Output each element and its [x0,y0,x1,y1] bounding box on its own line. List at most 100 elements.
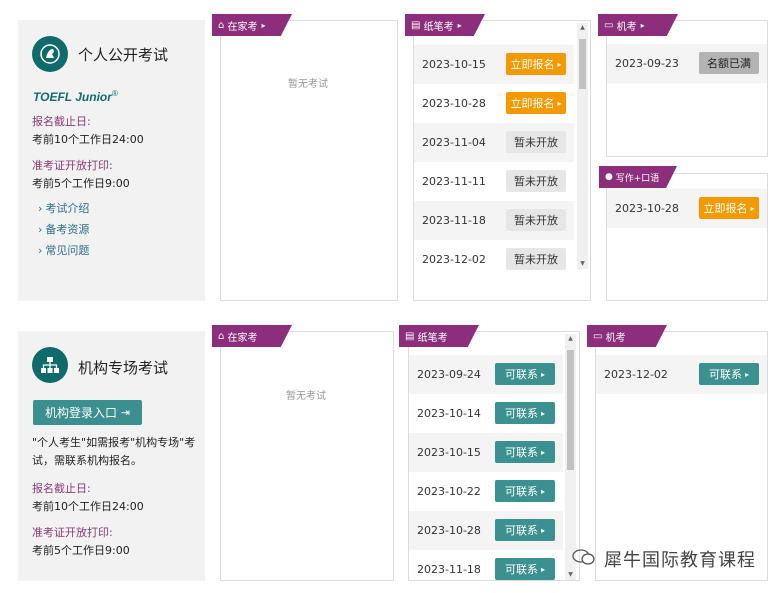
exam-date-row: 2023-10-14 可联系 ▸ [409,394,563,433]
scroll-up-icon[interactable]: ▲ [577,23,588,33]
exam-date: 2023-11-04 [422,136,486,149]
exam-date-row: 2023-10-28 可联系 ▸ [409,511,563,550]
tab-home-exam[interactable]: ⌂ 在家考 ▸ [212,14,292,36]
exam-date-row: 2023-10-28 立即报名 ▸ [414,84,574,123]
document-icon: ▤ [405,330,415,342]
scroll-down-icon[interactable]: ▼ [565,570,576,580]
exam-date-row: 2023-10-28 立即报名 ▸ [607,189,767,228]
button-label: 可联系 [504,485,538,498]
exam-date-row: 2023-09-23 名额已满 [607,44,767,83]
wechat-icon [572,548,596,566]
monitor-icon: ▭ [593,330,603,342]
not-open-button: 暂未开放 [506,209,566,231]
exam-date: 2023-11-18 [422,214,486,227]
caret-right-icon: ▸ [557,59,562,69]
contact-button[interactable]: 可联系 ▸ [495,402,555,424]
register-now-button[interactable]: 立即报名 ▸ [699,197,759,219]
link-exam-intro[interactable]: › 考试介绍 [38,200,89,216]
button-label: 可联系 [708,368,742,381]
tab-home-exam[interactable]: ⌂ 在家考 [212,325,292,347]
contact-button[interactable]: 可联系 ▸ [699,363,759,385]
scroll-thumb[interactable] [579,39,586,89]
exam-date: 2023-10-14 [417,407,481,420]
exam-date-row: 2023-11-18 暂未开放 [414,201,574,240]
button-label: 立即报名 [510,58,555,71]
link-prep-resources[interactable]: › 备考资源 [38,221,89,237]
caret-right-icon: ▸ [540,525,545,535]
institution-computer-exam-column: 2023-12-02 可联系 ▸ [595,331,768,581]
exam-date: 2023-10-28 [615,202,679,215]
caret-right-icon: ▸ [557,98,562,108]
full-button: 名额已满 [699,52,759,74]
scroll-down-icon[interactable]: ▼ [577,259,588,269]
tab-computer-exam[interactable]: ▭ 机考 ▸ [598,14,678,36]
document-icon: ▤ [411,19,421,31]
button-label: 可联系 [504,368,538,381]
chevron-right-icon: › [38,244,43,257]
exam-date: 2023-10-15 [417,446,481,459]
deadline-value: 考前10个工作日24:00 [32,500,144,513]
personal-paper-exam-column: 2023-10-15 立即报名 ▸ 2023-10-28 立即报名 ▸ 2023-11-04… [413,20,591,301]
exam-date: 2023-10-28 [422,97,486,110]
scrollbar[interactable]: ▲ ▼ [577,23,588,269]
caret-right-icon: ▸ [540,486,545,496]
admission-value: 考前5个工作日9:00 [32,544,130,557]
personal-title: 个人公开考试 [78,46,169,64]
exam-date-row: 2023-11-11 暂未开放 [414,162,574,201]
exam-date-row: 2023-12-02 暂未开放 [414,240,574,279]
contact-button[interactable]: 可联系 ▸ [495,480,555,502]
deadline-label: 报名截止日: [32,115,91,128]
scroll-up-icon[interactable]: ▲ [565,334,576,344]
deadline-value: 考前10个工作日24:00 [32,133,144,146]
button-label: 可联系 [504,446,538,459]
button-label: 可联系 [504,407,538,420]
button-label: 立即报名 [510,97,555,110]
exam-date-row: 2023-11-18 可联系 ▸ [409,550,563,580]
exam-date: 2023-10-15 [422,58,486,71]
tab-writing-speaking[interactable]: ● 写作+口语 [599,166,677,188]
admission-value: 考前5个工作日9:00 [32,177,130,190]
not-open-button: 暂未开放 [506,248,566,270]
chevron-right-icon: › [38,223,43,236]
institution-home-exam-column: 暂无考试 [220,331,394,581]
personal-computer-exam-column: 2023-09-23 名额已满 [606,20,768,157]
caret-right-icon: ▸ [540,408,545,418]
button-label: 暂未开放 [514,253,558,266]
link-faq[interactable]: › 常见问题 [38,242,89,258]
tab-paper-exam[interactable]: ▤ 纸笔考 ▸ [405,14,485,36]
caret-right-icon: ▸ [540,369,545,379]
org-chart-logo-icon [32,347,68,383]
exam-date: 2023-09-24 [417,368,481,381]
chevron-right-icon: › [38,202,43,215]
tab-computer-exam[interactable]: ▭ 机考 [587,325,667,347]
not-open-button: 暂未开放 [506,170,566,192]
admission-label: 准考证开放打印: [32,159,113,172]
caret-right-icon: ▸ [744,369,749,379]
caret-right-icon: ▸ [540,564,545,574]
contact-button[interactable]: 可联系 ▸ [495,363,555,385]
scrollbar[interactable]: ▲ ▼ [565,334,576,580]
exam-date: 2023-10-28 [417,524,481,537]
register-now-button[interactable]: 立即报名 ▸ [506,92,566,114]
button-label: 暂未开放 [514,214,558,227]
contact-button[interactable]: 可联系 ▸ [495,519,555,541]
register-now-button[interactable]: 立即报名 ▸ [506,53,566,75]
contact-button[interactable]: 可联系 ▸ [495,558,555,580]
caret-right-icon: ▸ [457,20,462,30]
empty-exam-text: 暂无考试 [286,391,326,402]
scroll-thumb[interactable] [567,350,574,470]
deadline-label: 报名截止日: [32,482,91,495]
person-exam-logo-icon [32,36,68,72]
button-label: 可联系 [504,563,538,576]
exam-date-row: 2023-10-22 可联系 ▸ [409,472,563,511]
button-label: 暂未开放 [514,175,558,188]
exam-date: 2023-12-02 [604,368,668,381]
exam-date: 2023-11-18 [417,563,481,576]
institution-login-button[interactable]: 机构登录入口 ⇥ [33,400,142,425]
toefl-junior-brand: TOEFL Junior® [33,89,118,104]
institution-title: 机构专场考试 [78,359,169,377]
contact-button[interactable]: 可联系 ▸ [495,441,555,463]
caret-right-icon: ▸ [540,447,545,457]
admission-label: 准考证开放打印: [32,526,113,539]
tab-paper-exam[interactable]: ▤ 纸笔考 [399,325,479,347]
